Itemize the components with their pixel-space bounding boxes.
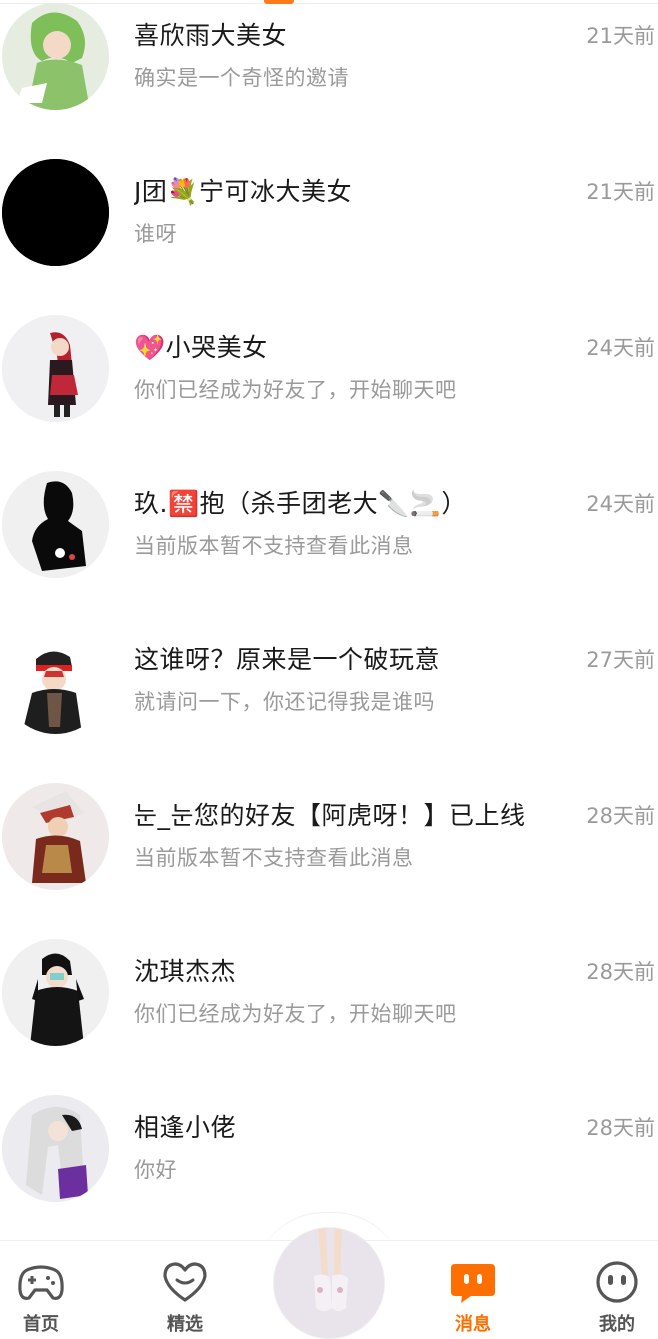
avatar[interactable] [2, 315, 109, 422]
avatar[interactable] [2, 939, 109, 1046]
conversation-item[interactable]: 沈琪杰杰 你们已经成为好友了，开始聊天吧 28天前 [0, 936, 658, 1092]
avatar[interactable] [2, 3, 109, 110]
message-time: 21天前 [586, 24, 655, 48]
conversation-item[interactable]: 喜欣雨大美女 确实是一个奇怪的邀请 21天前 [0, 0, 658, 156]
heart-icon [163, 1262, 207, 1302]
contact-name: 喜欣雨大美女 [134, 21, 288, 50]
conversation-item[interactable]: 💖小哭美女 你们已经成为好友了，开始聊天吧 24天前 [0, 312, 658, 468]
message-time: 28天前 [586, 1116, 655, 1140]
contact-name: J团💐宁可冰大美女 [134, 177, 353, 206]
tab-me-label: 我的 [599, 1314, 635, 1335]
avatar-legs-icon [274, 1228, 384, 1338]
conversation-item[interactable]: J团💐宁可冰大美女 谁呀 21天前 [0, 156, 658, 312]
message-preview: 当前版本暂不支持查看此消息 [134, 846, 414, 870]
tab-home-label: 首页 [23, 1314, 59, 1335]
tab-home[interactable]: 首页 [1, 1260, 81, 1336]
avatar[interactable] [2, 627, 109, 734]
message-preview: 就请问一下，你还记得我是谁吗 [134, 690, 435, 714]
message-preview: 你好 [134, 1158, 177, 1182]
tab-featured-label: 精选 [167, 1314, 203, 1335]
message-preview: 谁呀 [134, 222, 177, 246]
contact-name: 玖.🈲抱（杀手团老大🔪🚬） [134, 489, 467, 518]
contact-name: 눈_눈您的好友【阿虎呀！】已上线 [134, 801, 526, 830]
tab-me[interactable]: 我的 [577, 1260, 657, 1336]
message-time: 28天前 [586, 960, 655, 984]
center-avatar-button[interactable] [273, 1227, 385, 1339]
contact-name: 相逢小佬 [134, 1113, 237, 1142]
conversation-item[interactable]: 玖.🈲抱（杀手团老大🔪🚬） 当前版本暂不支持查看此消息 24天前 [0, 468, 658, 624]
face-icon [596, 1261, 638, 1303]
message-preview: 你们已经成为好友了，开始聊天吧 [134, 1002, 457, 1026]
contact-name: 沈琪杰杰 [134, 957, 237, 986]
chat-bubble-icon [451, 1264, 495, 1303]
avatar[interactable] [2, 471, 109, 578]
avatar[interactable] [2, 1095, 109, 1202]
message-time: 24天前 [586, 336, 655, 360]
conversation-item[interactable]: 눈_눈您的好友【阿虎呀！】已上线 当前版本暂不支持查看此消息 28天前 [0, 780, 658, 936]
tab-featured[interactable]: 精选 [145, 1260, 225, 1336]
message-preview: 你们已经成为好友了，开始聊天吧 [134, 378, 457, 402]
message-time: 21天前 [586, 180, 655, 204]
message-preview: 当前版本暂不支持查看此消息 [134, 534, 414, 558]
contact-name: 这谁呀？原来是一个破玩意 [134, 645, 441, 674]
gamepad-icon [18, 1265, 64, 1300]
message-time: 24天前 [586, 492, 655, 516]
message-time: 28天前 [586, 804, 655, 828]
tab-messages[interactable]: 消息 [433, 1260, 513, 1336]
conversation-item[interactable]: 这谁呀？原来是一个破玩意 就请问一下，你还记得我是谁吗 27天前 [0, 624, 658, 780]
tab-messages-label: 消息 [455, 1314, 491, 1335]
message-preview: 确实是一个奇怪的邀请 [134, 66, 349, 90]
avatar[interactable] [2, 159, 109, 266]
message-time: 27天前 [586, 648, 655, 672]
avatar[interactable] [2, 783, 109, 890]
contact-name: 💖小哭美女 [134, 333, 268, 362]
